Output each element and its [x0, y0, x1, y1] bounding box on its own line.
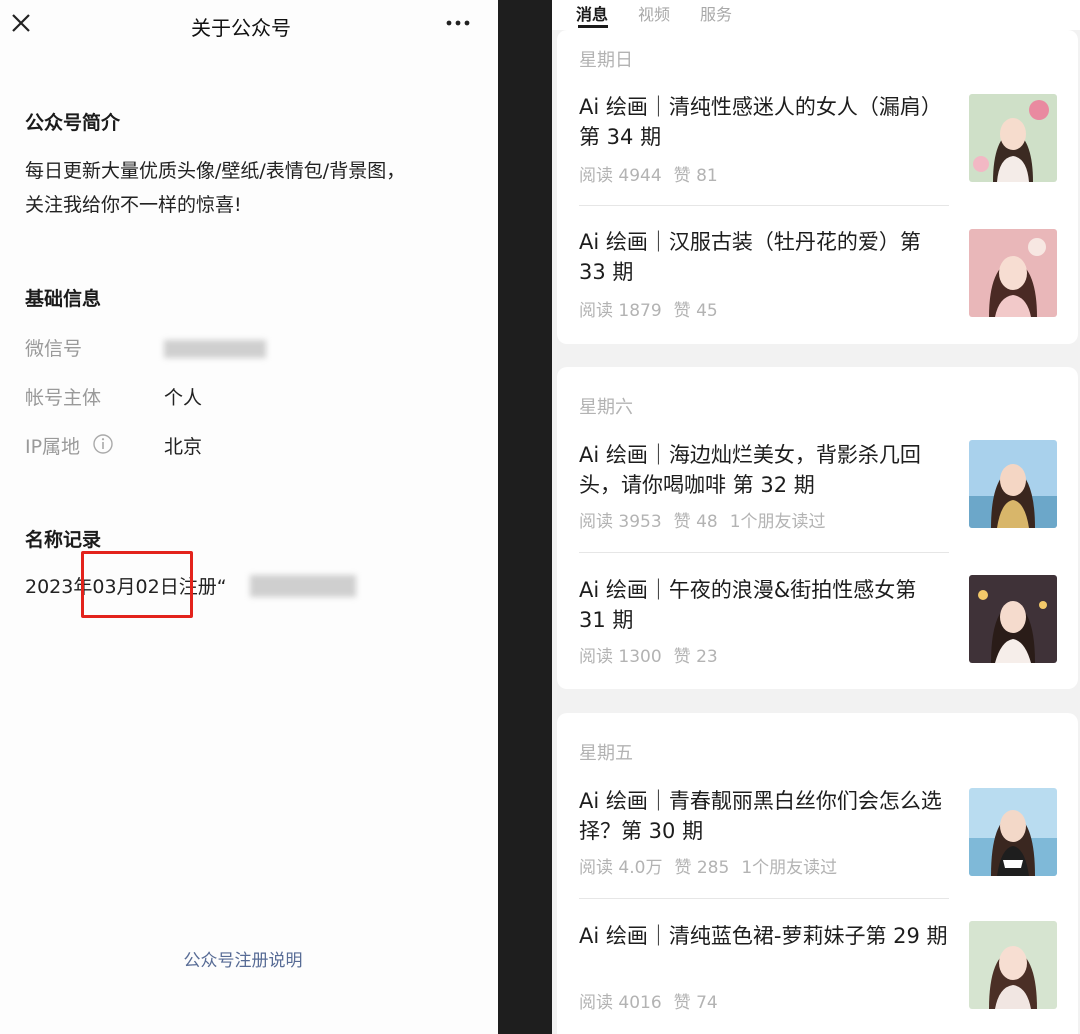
like-count: 赞 74 [673, 993, 718, 1013]
read-count: 阅读 3953 [579, 512, 662, 532]
intro-line-1: 每日更新大量优质头像/壁纸/表情包/背景图， [25, 160, 406, 182]
day-group-saturday: 星期六 Ai 绘画｜海边灿烂美女，背影杀几回头，请你喝咖啡 第 32 期 阅读 … [557, 367, 1078, 689]
intro-section-title: 公众号简介 [25, 112, 121, 134]
article-meta: 阅读 1300 赞 23 [579, 642, 730, 667]
article-item[interactable]: Ai 绘画｜青春靓丽黑白丝你们会怎么选择？第 30 期 阅读 4.0万赞 285… [579, 786, 1079, 916]
article-meta: 阅读 3953 赞 48 1个朋友读过 [579, 507, 838, 532]
about-account-panel: 关于公众号 公众号简介 每日更新大量优质头像/壁纸/表情包/背景图， 关注我给你… [0, 0, 498, 1034]
read-count: 阅读 4016 [579, 993, 662, 1013]
intro-line-2: 关注我给你不一样的惊喜! [25, 194, 242, 216]
active-tab-indicator [578, 25, 608, 28]
friends-read: 1个朋友读过 [729, 512, 826, 532]
top-bar: 关于公众号 [0, 0, 498, 50]
article-item[interactable]: Ai 绘画｜海边灿烂美女，背影杀几回头，请你喝咖啡 第 32 期 阅读 3953… [579, 440, 1079, 570]
ip-location-label: IP属地 [25, 436, 81, 458]
item-separator [579, 205, 949, 206]
article-item[interactable]: Ai 绘画｜汉服古装（牡丹花的爱）第 33 期 阅读 1879 赞 45 [579, 227, 1079, 357]
wechat-id-label: 微信号 [25, 338, 83, 360]
info-icon[interactable] [92, 433, 114, 455]
articles-panel: 消息 视频 服务 星期日 Ai 绘画｜清纯性感迷人的女人（漏肩） 第 34 期 … [552, 0, 1080, 1034]
read-count: 阅读 4.0万 [579, 858, 663, 878]
registration-info-link[interactable]: 公众号注册说明 [0, 946, 486, 971]
article-title: Ai 绘画｜午夜的浪漫&街拍性感女第 31 期 [579, 578, 917, 632]
intro-text: 每日更新大量优质头像/壁纸/表情包/背景图， 关注我给你不一样的惊喜! [25, 154, 485, 222]
article-meta: 阅读 4.0万赞 285 1个朋友读过 [579, 853, 849, 878]
like-count: 赞 23 [673, 647, 718, 667]
day-label: 星期日 [579, 50, 633, 71]
day-label: 星期五 [579, 743, 633, 764]
more-button[interactable] [444, 12, 474, 34]
tab-videos[interactable]: 视频 [638, 1, 670, 25]
day-group-friday: 星期五 Ai 绘画｜青春靓丽黑白丝你们会怎么选择？第 30 期 阅读 4.0万赞… [557, 713, 1078, 1034]
article-item[interactable]: Ai 绘画｜清纯性感迷人的女人（漏肩） 第 34 期 阅读 4944 赞 81 [579, 92, 1079, 222]
article-title: Ai 绘画｜汉服古装（牡丹花的爱）第 33 期 [579, 230, 921, 284]
basic-info-title: 基础信息 [25, 288, 102, 310]
page-title: 关于公众号 [191, 16, 291, 40]
article-title: Ai 绘画｜海边灿烂美女，背影杀几回头，请你喝咖啡 第 32 期 [579, 443, 921, 497]
article-item[interactable]: Ai 绘画｜清纯蓝色裙-萝莉妹子第 29 期 阅读 4016 赞 74 [579, 921, 1079, 1034]
like-count: 赞 285 [674, 858, 730, 878]
article-thumbnail [969, 575, 1057, 663]
article-item[interactable]: Ai 绘画｜午夜的浪漫&街拍性感女第 31 期 阅读 1300 赞 23 [579, 575, 1079, 705]
article-thumbnail [969, 229, 1057, 317]
account-subject-value: 个人 [164, 387, 203, 409]
more-icon [446, 20, 470, 26]
item-separator [579, 552, 949, 553]
article-thumbnail [969, 921, 1057, 1009]
item-separator [579, 898, 949, 899]
like-count: 赞 48 [673, 512, 718, 532]
name-history-blurred [250, 575, 356, 597]
name-history-title: 名称记录 [25, 529, 102, 551]
panel-divider [498, 0, 552, 1034]
like-count: 赞 81 [673, 166, 718, 186]
article-title: Ai 绘画｜青春靓丽黑白丝你们会怎么选择？第 30 期 [579, 789, 942, 843]
article-meta: 阅读 4944 赞 81 [579, 161, 730, 186]
article-thumbnail [969, 440, 1057, 528]
day-group-sunday: 星期日 Ai 绘画｜清纯性感迷人的女人（漏肩） 第 34 期 阅读 4944 赞 … [557, 30, 1078, 344]
read-count: 阅读 1879 [579, 301, 662, 321]
article-title: Ai 绘画｜清纯性感迷人的女人（漏肩） 第 34 期 [579, 95, 942, 149]
article-meta: 阅读 1879 赞 45 [579, 296, 730, 321]
read-count: 阅读 4944 [579, 166, 662, 186]
article-title: Ai 绘画｜清纯蓝色裙-萝莉妹子第 29 期 [579, 924, 948, 948]
article-thumbnail [969, 94, 1057, 182]
friends-read: 1个朋友读过 [741, 858, 838, 878]
article-meta: 阅读 4016 赞 74 [579, 988, 730, 1013]
tab-bar: 消息 视频 服务 [552, 0, 1080, 30]
tab-messages[interactable]: 消息 [576, 1, 608, 25]
date-highlight-box [81, 551, 193, 618]
article-thumbnail [969, 788, 1057, 876]
account-subject-label: 帐号主体 [25, 387, 102, 409]
wechat-id-value-blurred [164, 340, 266, 358]
read-count: 阅读 1300 [579, 647, 662, 667]
tab-services[interactable]: 服务 [700, 1, 732, 25]
day-label: 星期六 [579, 397, 633, 418]
ip-location-value: 北京 [164, 436, 203, 458]
like-count: 赞 45 [673, 301, 718, 321]
